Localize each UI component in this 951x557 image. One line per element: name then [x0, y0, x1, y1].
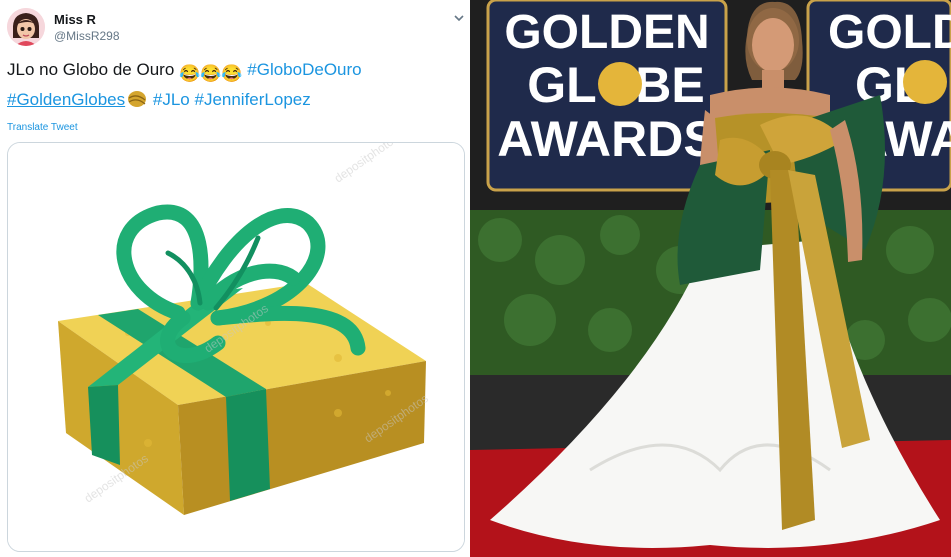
- display-name[interactable]: Miss R: [54, 12, 96, 27]
- golden-globe-hashflag-icon: [128, 91, 147, 107]
- hashtag-link[interactable]: #GoldenGlobes: [7, 90, 125, 109]
- hashtag-link[interactable]: #GloboDeOuro: [247, 60, 361, 79]
- hashtag-link[interactable]: #JenniferLopez: [194, 90, 310, 109]
- laughing-emoji-icon: 😂: [200, 64, 222, 83]
- chevron-down-icon[interactable]: [452, 11, 466, 25]
- sign-text-golden: GOLDEN: [828, 6, 951, 59]
- globe-logo-icon: [903, 60, 947, 104]
- sign-text-awards: AWARDS: [497, 111, 716, 167]
- tweet-text: JLo no Globo de Ouro 😂😂😂 #GloboDeOuro #G…: [7, 57, 462, 113]
- translate-tweet-link[interactable]: Translate Tweet: [7, 122, 78, 133]
- sign-text-be: BE: [635, 57, 704, 113]
- sign-text-golden: GOLDEN: [504, 6, 709, 59]
- user-handle[interactable]: @MissR298: [54, 29, 120, 43]
- tweet-media-image[interactable]: depositphotos depositphotos depositphoto…: [7, 142, 465, 552]
- tweet-card: Miss R @MissR298 JLo no Globo de Ouro 😂😂…: [0, 0, 470, 557]
- laughing-emoji-icon: 😂: [221, 64, 243, 83]
- red-carpet-photo: GOLDEN GL BE AWARDS GOLDEN GL AWA: [470, 0, 951, 557]
- laughing-emoji-icon: 😂: [179, 64, 201, 83]
- tweet-text-prefix: JLo no Globo de Ouro: [7, 60, 175, 79]
- avatar[interactable]: [7, 8, 45, 46]
- sign-text-gl: GL: [527, 57, 596, 113]
- globe-logo-icon: [598, 62, 642, 106]
- hashtag-link[interactable]: #JLo: [153, 90, 190, 109]
